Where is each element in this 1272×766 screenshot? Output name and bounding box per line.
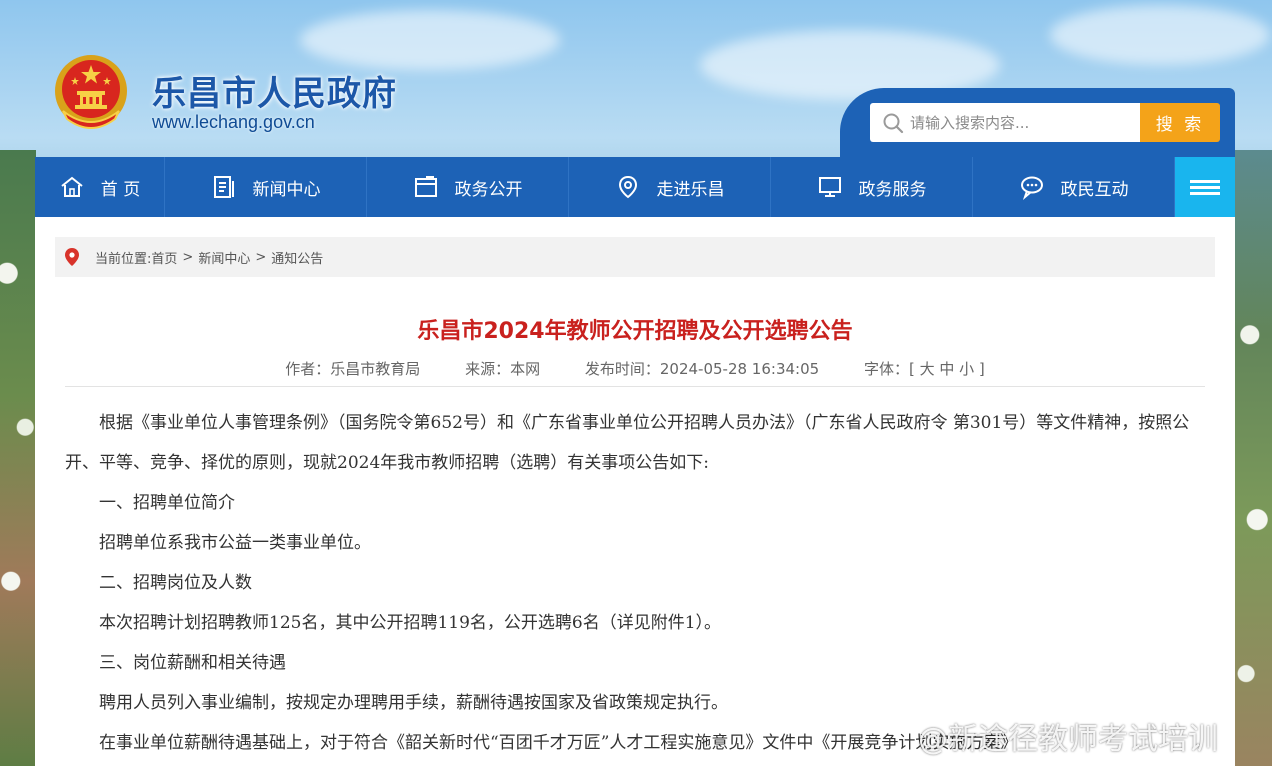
article-paragraph: 三、岗位薪酬和相关待遇	[99, 653, 286, 673]
breadcrumb-prefix: 当前位置:	[95, 251, 152, 267]
nav-label: 走进乐昌	[656, 179, 725, 200]
article-body: 根据《事业单位人事管理条例》（国务院令第652号）和《广东省事业单位公开招聘人员…	[65, 403, 1205, 763]
font-size-switcher[interactable]: 字体：[ 大 中 小 ]	[864, 360, 985, 378]
map-pin-icon	[65, 248, 79, 266]
nav-item-interaction[interactable]: 政民互动	[973, 157, 1175, 217]
breadcrumb: 当前位置: 首页 > 新闻中心 > 通知公告	[55, 237, 1215, 277]
article-author: 作者：乐昌市教育局	[285, 360, 421, 378]
home-icon	[61, 176, 83, 197]
content-panel: 当前位置: 首页 > 新闻中心 > 通知公告 乐昌市2024年教师公开招聘及公开…	[35, 217, 1235, 766]
divider	[65, 386, 1205, 387]
nav-label: 新闻中心	[252, 179, 321, 200]
site-url[interactable]: www.lechang.gov.cn	[152, 112, 315, 133]
breadcrumb-notices[interactable]: 通知公告	[271, 248, 323, 267]
nav-item-about-lechang[interactable]: 走进乐昌	[569, 157, 771, 217]
scenery-right	[1235, 150, 1272, 766]
search-box	[870, 103, 1140, 142]
nav-item-gov-services[interactable]: 政务服务	[771, 157, 973, 217]
monitor-icon	[818, 177, 841, 197]
nav-label: 政务服务	[858, 179, 927, 200]
nav-item-news[interactable]: 新闻中心	[165, 157, 367, 217]
search-button[interactable]: 搜 索	[1140, 103, 1220, 142]
hamburger-menu-icon[interactable]	[1175, 157, 1235, 217]
breadcrumb-home[interactable]: 首页	[151, 248, 177, 267]
search-icon	[883, 113, 904, 133]
nav-label: 首 页	[100, 179, 141, 200]
nav-item-gov-affairs[interactable]: 政务公开	[367, 157, 569, 217]
scenery-left	[0, 150, 36, 766]
article-paragraph: 招聘单位系我市公益一类事业单位。	[99, 533, 371, 553]
breadcrumb-news[interactable]: 新闻中心	[198, 248, 250, 267]
article-paragraph: 本次招聘计划招聘教师125名，其中公开招聘119名，公开选聘6名（详见附件1）。	[99, 613, 722, 633]
main-nav: 首 页 新闻中心 政务公开 走进乐昌 政务服务 政民互动	[35, 157, 1235, 217]
article-paragraph: 根据《事业单位人事管理条例》（国务院令第652号）和《广东省事业单位公开招聘人员…	[65, 413, 1190, 473]
article-source: 来源：本网	[465, 360, 541, 378]
article-meta: 作者：乐昌市教育局 来源：本网 发布时间：2024-05-28 16:34:05…	[35, 358, 1235, 379]
breadcrumb-separator: >	[255, 249, 267, 265]
location-icon	[618, 175, 637, 199]
news-icon	[213, 176, 234, 198]
chat-icon	[1020, 176, 1043, 200]
search-input[interactable]	[910, 113, 1130, 132]
nav-label: 政务公开	[454, 179, 523, 200]
nav-item-home[interactable]: 首 页	[35, 157, 165, 217]
watermark: @新途径教师考试培训	[918, 722, 1218, 757]
site-header: 乐昌市人民政府 www.lechang.gov.cn 搜 索	[0, 0, 1272, 158]
article-published-time: 发布时间：2024-05-28 16:34:05	[584, 360, 820, 378]
article-paragraph: 二、招聘岗位及人数	[99, 573, 252, 593]
article-title: 乐昌市2024年教师公开招聘及公开选聘公告	[417, 319, 853, 344]
folder-icon	[414, 176, 437, 197]
article-paragraph: 一、招聘单位简介	[99, 493, 235, 513]
national-emblem-icon	[55, 55, 127, 129]
site-title[interactable]: 乐昌市人民政府	[152, 66, 397, 115]
breadcrumb-separator: >	[182, 249, 194, 265]
nav-label: 政民互动	[1060, 179, 1129, 200]
